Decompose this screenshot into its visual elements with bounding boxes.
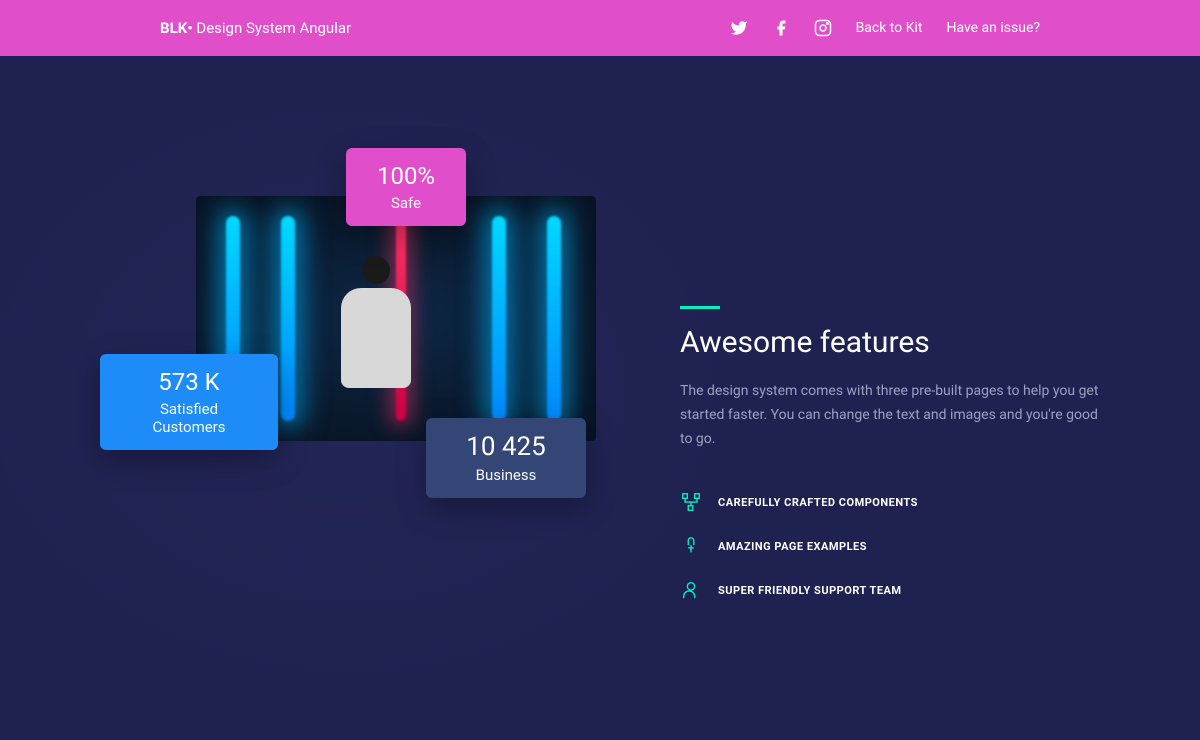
stat-card-customers: 573 K Satisfied Customers	[100, 354, 278, 450]
stat-label: Business	[450, 466, 562, 484]
main-content: 100% Safe 573 K Satisfied Customers 10 4…	[0, 56, 1200, 623]
brand-text: Design System Angular	[193, 19, 351, 37]
section-title: Awesome features	[680, 325, 1100, 360]
instagram-icon[interactable]	[814, 19, 832, 37]
neon-light	[492, 216, 506, 421]
user-icon	[680, 579, 702, 601]
accent-divider	[680, 306, 720, 309]
left-panel: 100% Safe 573 K Satisfied Customers 10 4…	[100, 196, 540, 596]
stat-card-safe: 100% Safe	[346, 148, 466, 226]
stat-value: 10 425	[450, 432, 562, 462]
stat-label: Satisfied Customers	[124, 400, 254, 436]
feature-label: SUPER FRIENDLY SUPPORT TEAM	[718, 584, 902, 597]
person-silhouette	[336, 256, 416, 426]
tap-icon	[680, 535, 702, 557]
feature-item: SUPER FRIENDLY SUPPORT TEAM	[680, 579, 1100, 601]
stat-label: Safe	[370, 194, 442, 212]
feature-label: CAREFULLY CRAFTED COMPONENTS	[718, 496, 918, 509]
brand[interactable]: BLK• Design System Angular	[160, 19, 351, 37]
section-description: The design system comes with three pre-b…	[680, 380, 1100, 451]
facebook-icon[interactable]	[772, 19, 790, 37]
back-to-kit-link[interactable]: Back to Kit	[856, 20, 923, 36]
feature-label: AMAZING PAGE EXAMPLES	[718, 540, 867, 553]
have-issue-link[interactable]: Have an issue?	[946, 20, 1040, 36]
feature-item: AMAZING PAGE EXAMPLES	[680, 535, 1100, 557]
vector-icon	[680, 491, 702, 513]
stat-value: 100%	[370, 162, 442, 190]
brand-bold: BLK•	[160, 19, 193, 37]
stat-value: 573 K	[124, 368, 254, 396]
neon-light	[281, 216, 295, 421]
neon-light	[547, 216, 561, 421]
navbar: BLK• Design System Angular Back to Kit H…	[0, 0, 1200, 56]
right-panel: Awesome features The design system comes…	[680, 196, 1100, 623]
feature-item: CAREFULLY CRAFTED COMPONENTS	[680, 491, 1100, 513]
stat-card-business: 10 425 Business	[426, 418, 586, 498]
nav-right: Back to Kit Have an issue?	[730, 19, 1040, 37]
twitter-icon[interactable]	[730, 19, 748, 37]
